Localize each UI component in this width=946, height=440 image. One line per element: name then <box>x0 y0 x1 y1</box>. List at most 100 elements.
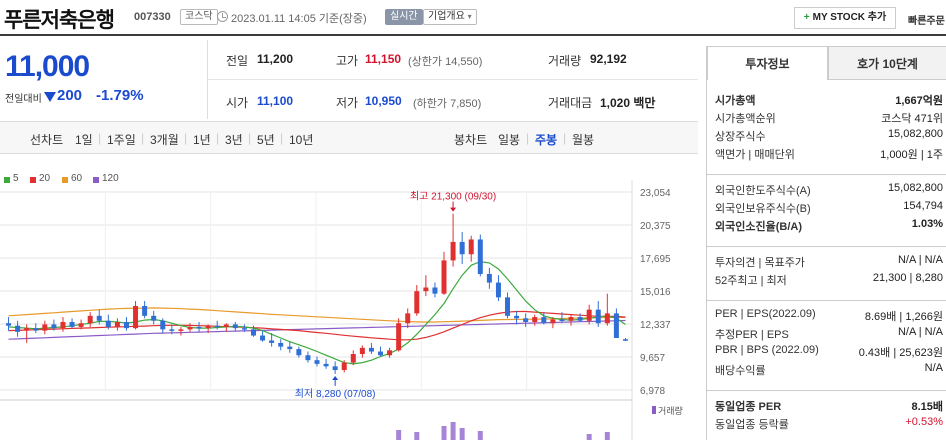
candle-body <box>622 339 628 341</box>
info-label: 추정PER | EPS <box>715 329 789 341</box>
add-my-stock-button[interactable]: + MY STOCK 추가 <box>794 7 896 29</box>
candle-body <box>523 318 529 322</box>
period-5y[interactable]: 5년 <box>257 131 275 148</box>
candle-body <box>568 317 574 321</box>
candle-monthly[interactable]: 월봉 <box>572 131 594 148</box>
quick-order-link[interactable]: 빠른주문 <box>908 12 945 27</box>
tab-investment-info[interactable]: 투자정보 <box>707 46 828 80</box>
candle-body <box>368 347 374 352</box>
candle-body <box>33 328 39 331</box>
plus-icon: + <box>803 12 810 23</box>
low-annotation: 최저 8,280 (07/08) <box>295 388 376 400</box>
market-badge: 코스닥 <box>180 9 218 25</box>
candle-weekly[interactable]: 주봉 <box>535 131 557 148</box>
info-label: PBR | BPS (2022.09) <box>715 344 819 356</box>
period-bar: 선차트 1일 | 1주일 | 3개월 | 1년 | 3년 | 5년 | 10년 … <box>0 121 698 154</box>
y-tick-label: 20,375 <box>640 221 671 232</box>
volume-bar <box>441 426 447 440</box>
amount-value: 1,020 백만 <box>600 96 656 110</box>
candle-body <box>15 325 21 332</box>
info-row: 배당수익률 N/A <box>715 362 946 380</box>
info-row: 동일업종 PER 8.15배 <box>715 398 946 416</box>
period-1w[interactable]: 1주일 <box>107 131 136 148</box>
candle-body <box>514 315 520 319</box>
y-tick-label: 15,016 <box>640 287 671 298</box>
y-tick-label: 23,054 <box>640 188 671 199</box>
candle-body <box>332 366 338 371</box>
info-label: 배당수익률 <box>715 365 766 377</box>
candle-body <box>87 315 93 324</box>
candle-body <box>232 324 238 329</box>
candle-body <box>151 315 157 321</box>
low-marker-arrow <box>332 375 339 380</box>
candle-body <box>414 291 420 314</box>
y-tick-label: 17,695 <box>640 254 671 265</box>
info-value: 8.69배 | 1,266원 <box>864 311 943 323</box>
company-name: 푸른저축은행 <box>4 9 115 32</box>
info-value: N/A | N/A <box>897 254 943 266</box>
info-label: 액면가 | 매매단위 <box>715 149 795 161</box>
clock-icon <box>217 11 228 22</box>
info-row: 액면가 | 매매단위 1,000원 | 1주 <box>715 146 946 164</box>
candlestick-chart[interactable]: 23,054 20,375 17,695 15,016 12,337 9,657 6,978… <box>0 180 700 440</box>
candle-body <box>269 340 275 343</box>
period-3y[interactable]: 3년 <box>225 131 243 148</box>
candle-body <box>586 309 592 321</box>
candle-body <box>577 317 583 321</box>
period-1y[interactable]: 1년 <box>193 131 211 148</box>
candle-body <box>604 313 610 324</box>
volume-legend-swatch <box>652 406 656 414</box>
info-row: PBR | BPS (2022.09) 0.43배 | 25,623원 <box>715 344 946 362</box>
candle-body <box>378 351 384 356</box>
info-value: 0.43배 | 25,623원 <box>858 347 943 359</box>
low-value: 10,950 <box>365 94 402 108</box>
info-row: 추정PER | EPS N/A | N/A <box>715 326 946 344</box>
moving-average-ma5 <box>8 260 626 365</box>
info-label: 외국인보유주식수(B) <box>715 203 811 215</box>
y-tick-label: 9,657 <box>640 353 665 364</box>
period-1d[interactable]: 1일 <box>75 131 93 148</box>
candle-body <box>6 323 12 326</box>
candle-body <box>287 346 293 350</box>
info-value: 154,794 <box>903 200 943 212</box>
volume-bar <box>604 432 610 440</box>
candle-body <box>396 323 402 351</box>
info-label: 52주최고 | 최저 <box>715 275 787 287</box>
info-value: 1,000원 | 1주 <box>880 149 943 161</box>
period-3m[interactable]: 3개월 <box>150 131 179 148</box>
candle-body <box>405 313 411 324</box>
candle-body <box>505 297 511 316</box>
info-label: 시가총액순위 <box>715 113 776 125</box>
volume-label: 거래량 <box>548 54 582 68</box>
info-label: 투자의견 | 목표주가 <box>715 257 805 269</box>
candle-body <box>187 326 193 330</box>
high-value: 11,150 <box>365 52 402 66</box>
candle-body <box>223 324 229 327</box>
high-label: 고가 <box>336 54 359 68</box>
period-10y[interactable]: 10년 <box>289 131 313 148</box>
info-row: 투자의견 | 목표주가 N/A | N/A <box>715 254 946 272</box>
candle-body <box>387 350 393 356</box>
candle-body <box>60 321 66 329</box>
candle-body <box>450 241 456 261</box>
lower-limit: (하한가 7,850) <box>413 98 482 110</box>
realtime-badge[interactable]: 실시간 <box>385 9 423 25</box>
low-label: 저가 <box>336 96 359 110</box>
candle-body <box>250 329 256 336</box>
investment-info-panel: 투자정보 호가 10단계 시가총액 1,667억원 시가총액순위 코스닥 471위 상장… <box>706 46 946 440</box>
info-label: 외국인소진율(B/A) <box>715 221 802 233</box>
candle-body <box>550 319 556 324</box>
info-value: 1,667억원 <box>895 95 943 107</box>
stock-header: 푸른저축은행 007330 코스닥 2023.01.11 14:05 기준(장중… <box>0 0 946 36</box>
corp-overview-label: 기업개요 <box>428 11 465 22</box>
info-label: 상장주식수 <box>715 131 766 143</box>
change-value: 200 <box>57 87 83 104</box>
info-value: 15,082,800 <box>887 128 943 140</box>
corp-overview-dropdown[interactable]: 기업개요 ▾ <box>423 9 477 25</box>
candle-chart-label: 봉차트 <box>454 133 488 147</box>
candle-body <box>214 325 220 328</box>
tab-order-book[interactable]: 호가 10단계 <box>828 46 946 80</box>
current-price: 11,000 <box>5 50 90 83</box>
info-value: 15,082,800 <box>887 182 943 194</box>
candle-daily[interactable]: 일봉 <box>498 131 520 148</box>
